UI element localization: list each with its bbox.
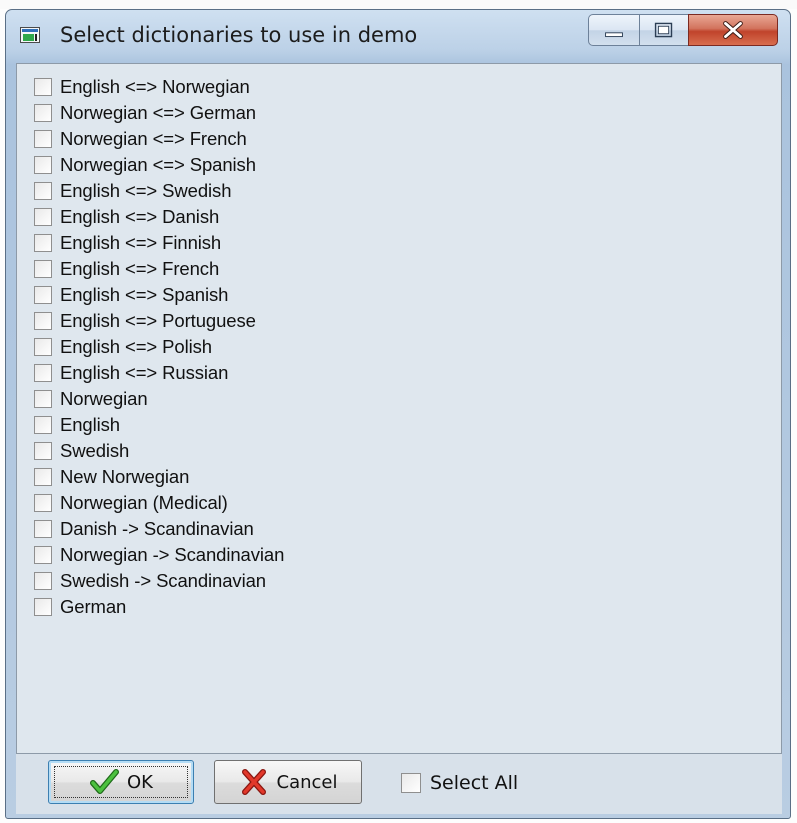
dictionary-label: Norwegian <=> French: [60, 128, 247, 149]
background-strip: [0, 0, 797, 9]
dictionary-label: English <=> Spanish: [60, 284, 229, 305]
focus-rectangle: [54, 766, 188, 798]
dictionary-checkbox[interactable]: [34, 338, 52, 356]
cancel-button[interactable]: Cancel: [214, 760, 362, 804]
dictionary-list-panel: English <=> Norwegian Norwegian <=> Germa…: [16, 63, 782, 754]
dictionary-item[interactable]: New Norwegian: [34, 464, 189, 490]
dictionary-label: Norwegian (Medical): [60, 492, 228, 513]
dictionary-item[interactable]: English <=> Finnish: [34, 230, 221, 256]
dictionary-item[interactable]: English <=> Norwegian: [34, 74, 250, 100]
dictionary-item[interactable]: Norwegian (Medical): [34, 490, 228, 516]
button-bar: OK Cancel Select All: [16, 754, 782, 814]
dictionary-item[interactable]: English <=> Spanish: [34, 282, 228, 308]
dictionary-checkbox[interactable]: [34, 208, 52, 226]
dictionary-item[interactable]: English <=> Swedish: [34, 178, 232, 204]
dictionary-checkbox[interactable]: [34, 130, 52, 148]
dictionary-item[interactable]: English: [34, 412, 120, 438]
dictionary-checkbox[interactable]: [34, 546, 52, 564]
dictionary-checkbox[interactable]: [34, 520, 52, 538]
dictionary-label: English <=> Portuguese: [60, 310, 256, 331]
dictionary-label: German: [60, 596, 127, 617]
dictionary-item[interactable]: Norwegian <=> German: [34, 100, 256, 126]
dictionary-label: Norwegian <=> German: [60, 102, 256, 123]
maximize-icon: [654, 22, 673, 38]
dictionary-label: Norwegian -> Scandinavian: [60, 544, 285, 565]
dictionary-item[interactable]: Norwegian <=> Spanish: [34, 152, 256, 178]
dictionary-label: Danish -> Scandinavian: [60, 518, 254, 539]
dictionary-item[interactable]: English <=> Danish: [34, 204, 219, 230]
dictionary-checkbox[interactable]: [34, 572, 52, 590]
minimize-icon: [605, 32, 623, 38]
dictionary-checkbox[interactable]: [34, 182, 52, 200]
dictionary-label: English <=> Polish: [60, 336, 212, 357]
dictionary-label: English <=> Danish: [60, 206, 220, 227]
dictionary-checkbox[interactable]: [34, 104, 52, 122]
dictionary-item[interactable]: Swedish: [34, 438, 129, 464]
select-all-label: Select All: [430, 772, 519, 794]
dictionary-label: English <=> French: [60, 258, 220, 279]
dictionary-checkbox[interactable]: [34, 156, 52, 174]
dictionary-item[interactable]: English <=> Polish: [34, 334, 212, 360]
dictionary-label: Swedish: [60, 440, 130, 461]
dictionary-item[interactable]: Norwegian <=> French: [34, 126, 247, 152]
dictionary-item[interactable]: Norwegian -> Scandinavian: [34, 542, 284, 568]
dictionary-item[interactable]: English <=> French: [34, 256, 219, 282]
dictionary-checkbox[interactable]: [34, 494, 52, 512]
cancel-x-icon: [241, 769, 266, 795]
dictionary-item[interactable]: Swedish -> Scandinavian: [34, 568, 266, 594]
dictionary-label: Norwegian <=> Spanish: [60, 154, 256, 175]
dialog-window: Select dictionaries to use in demo Engli…: [5, 9, 791, 819]
dictionary-label: English <=> Finnish: [60, 232, 222, 253]
minimize-button[interactable]: [588, 14, 640, 46]
close-button[interactable]: [688, 14, 778, 46]
dictionary-label: English <=> Russian: [60, 362, 229, 383]
dictionary-checkbox[interactable]: [34, 390, 52, 408]
select-all-toggle[interactable]: Select All: [401, 772, 518, 794]
window-title: Select dictionaries to use in demo: [60, 23, 418, 47]
dictionary-checkbox[interactable]: [34, 234, 52, 252]
dictionary-checkbox[interactable]: [34, 364, 52, 382]
dictionary-item[interactable]: Danish -> Scandinavian: [34, 516, 254, 542]
dictionary-item[interactable]: Norwegian: [34, 386, 148, 412]
dictionary-checkbox[interactable]: [34, 286, 52, 304]
dictionary-checkbox[interactable]: [34, 468, 52, 486]
title-bar[interactable]: Select dictionaries to use in demo: [6, 10, 790, 62]
dictionary-item[interactable]: English <=> Russian: [34, 360, 228, 386]
cancel-button-label: Cancel: [276, 771, 338, 793]
close-icon: [723, 21, 743, 39]
ok-button[interactable]: OK: [48, 760, 194, 804]
dictionary-label: English <=> Swedish: [60, 180, 232, 201]
dictionary-checkbox[interactable]: [34, 78, 52, 96]
dictionary-checkbox[interactable]: [34, 260, 52, 278]
dictionary-item[interactable]: German: [34, 594, 126, 620]
select-all-checkbox[interactable]: [401, 773, 421, 793]
dictionary-checkbox[interactable]: [34, 442, 52, 460]
dictionary-label: English: [60, 414, 120, 435]
dictionary-label: New Norwegian: [60, 466, 190, 487]
app-window-icon: [20, 27, 40, 43]
dictionary-label: English <=> Norwegian: [60, 76, 250, 97]
dictionary-checkbox[interactable]: [34, 312, 52, 330]
dictionary-label: Swedish -> Scandinavian: [60, 570, 266, 591]
maximize-button[interactable]: [639, 14, 689, 46]
dictionary-item[interactable]: English <=> Portuguese: [34, 308, 256, 334]
dictionary-label: Norwegian: [60, 388, 148, 409]
dictionary-checkbox[interactable]: [34, 416, 52, 434]
caption-buttons: [588, 14, 778, 48]
dictionary-checkbox[interactable]: [34, 598, 52, 616]
